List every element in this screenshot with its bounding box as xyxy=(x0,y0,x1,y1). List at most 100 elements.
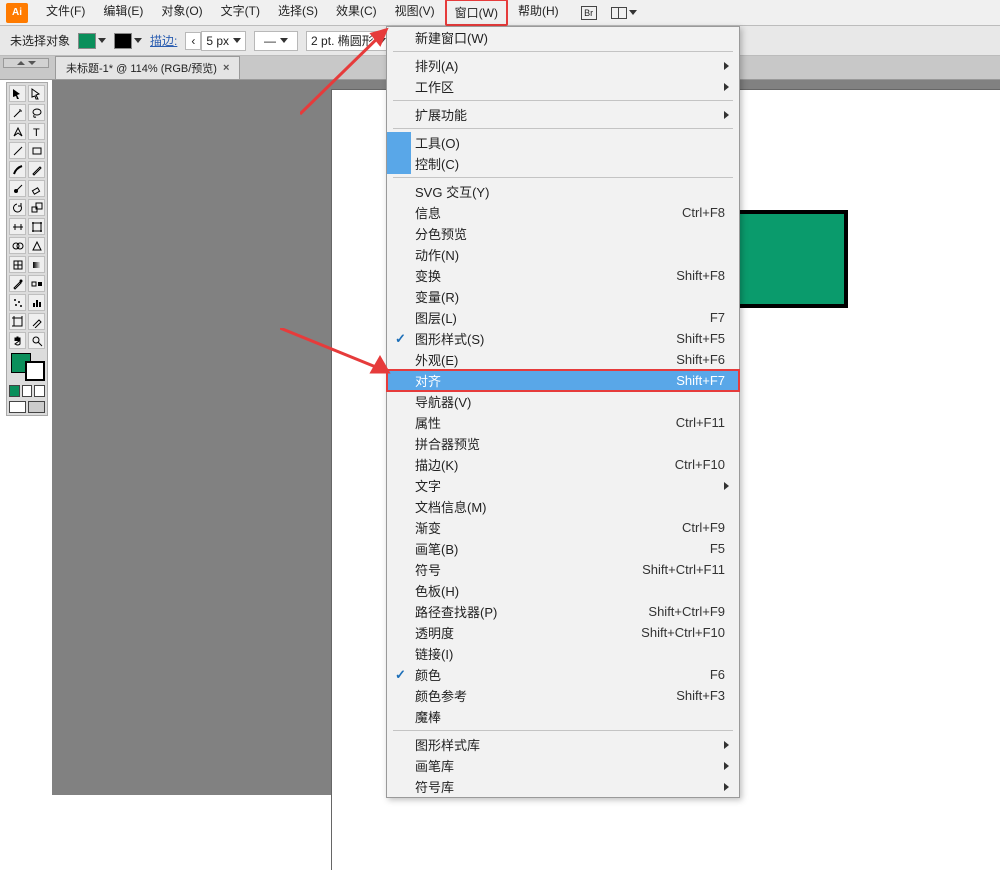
tool-arrow[interactable] xyxy=(9,85,26,102)
menu-item-对齐[interactable]: 对齐Shift+F7 xyxy=(387,370,739,391)
menu-item-变量[interactable]: 变量(R) xyxy=(387,286,739,307)
menu-item-色板[interactable]: 色板(H) xyxy=(387,580,739,601)
tool-artboard[interactable] xyxy=(9,313,26,330)
menu-选择[interactable]: 选择(S) xyxy=(270,0,326,26)
menu-item-label: 分色预览 xyxy=(415,224,729,243)
menu-item-label: 图形样式库 xyxy=(415,735,729,754)
menu-对象[interactable]: 对象(O) xyxy=(153,0,210,26)
foreground-background-swatch[interactable] xyxy=(9,351,45,381)
bridge-icon[interactable]: Br xyxy=(581,6,597,20)
menu-item-工作区[interactable]: 工作区 xyxy=(387,76,739,97)
draw-mode-row[interactable] xyxy=(9,385,45,397)
tool-brush[interactable] xyxy=(9,161,26,178)
menu-item-label: 新建窗口(W) xyxy=(415,28,729,47)
tool-free-transform[interactable] xyxy=(28,218,45,235)
menu-item-图形样式[interactable]: 图形样式(S)Shift+F5 xyxy=(387,328,739,349)
menu-item-颜色参考[interactable]: 颜色参考Shift+F3 xyxy=(387,685,739,706)
stroke-swatch[interactable] xyxy=(114,33,142,49)
menu-item-颜色[interactable]: 颜色F6 xyxy=(387,664,739,685)
menu-item-label: 变量(R) xyxy=(415,287,729,306)
menu-item-新建窗口[interactable]: 新建窗口(W) xyxy=(387,27,739,48)
tool-rectangle[interactable] xyxy=(28,142,45,159)
tool-lasso[interactable] xyxy=(28,104,45,121)
document-tab[interactable]: 未标题-1* @ 114% (RGB/预览) × xyxy=(55,56,240,79)
menu-文件[interactable]: 文件(F) xyxy=(38,0,93,26)
menu-item-图形样式库[interactable]: 图形样式库 xyxy=(387,734,739,755)
menu-效果[interactable]: 效果(C) xyxy=(328,0,385,26)
menu-item-变换[interactable]: 变换Shift+F8 xyxy=(387,265,739,286)
tool-symbol-sprayer[interactable] xyxy=(9,294,26,311)
menu-item-SVG 交互[interactable]: SVG 交互(Y) xyxy=(387,181,739,202)
tool-pencil[interactable] xyxy=(28,161,45,178)
menu-item-工具[interactable]: 工具(O) xyxy=(387,132,739,153)
tool-width[interactable] xyxy=(9,218,26,235)
menu-item-信息[interactable]: 信息Ctrl+F8 xyxy=(387,202,739,223)
menu-item-label: 颜色 xyxy=(415,665,710,684)
panel-collapse-handle[interactable] xyxy=(3,58,49,68)
menu-item-属性[interactable]: 属性Ctrl+F11 xyxy=(387,412,739,433)
menu-item-渐变[interactable]: 渐变Ctrl+F9 xyxy=(387,517,739,538)
menu-item-控制[interactable]: 控制(C) xyxy=(387,153,739,174)
menu-item-动作[interactable]: 动作(N) xyxy=(387,244,739,265)
menu-item-链接[interactable]: 链接(I) xyxy=(387,643,739,664)
tool-rotate[interactable] xyxy=(9,199,26,216)
menu-item-label: 控制(C) xyxy=(415,154,729,173)
menu-item-画笔[interactable]: 画笔(B)F5 xyxy=(387,538,739,559)
menu-item-shortcut: Shift+F3 xyxy=(676,688,729,703)
stroke-weight-field[interactable]: 5 px xyxy=(201,31,246,51)
menu-item-导航器[interactable]: 导航器(V) xyxy=(387,391,739,412)
stroke-decrement[interactable]: ‹ xyxy=(185,32,201,50)
menu-item-label: 符号库 xyxy=(415,777,729,796)
menu-帮助[interactable]: 帮助(H) xyxy=(510,0,567,26)
stroke-link[interactable]: 描边: xyxy=(150,32,177,49)
tool-scale[interactable] xyxy=(28,199,45,216)
menu-item-扩展功能[interactable]: 扩展功能 xyxy=(387,104,739,125)
tool-pen[interactable] xyxy=(9,123,26,140)
tool-mesh[interactable] xyxy=(9,256,26,273)
screen-mode-row[interactable] xyxy=(9,401,45,413)
menu-窗口[interactable]: 窗口(W) xyxy=(445,0,508,26)
tool-hand[interactable] xyxy=(9,332,26,349)
tool-shape-builder[interactable] xyxy=(9,237,26,254)
menu-item-分色预览[interactable]: 分色预览 xyxy=(387,223,739,244)
tool-perspective[interactable] xyxy=(28,237,45,254)
menu-item-label: 外观(E) xyxy=(415,350,676,369)
menu-item-拼合器预览[interactable]: 拼合器预览 xyxy=(387,433,739,454)
tool-blend[interactable] xyxy=(28,275,45,292)
tool-column-graph[interactable] xyxy=(28,294,45,311)
tool-gradient[interactable] xyxy=(28,256,45,273)
submenu-arrow-icon xyxy=(724,111,729,119)
menu-item-文档信息[interactable]: 文档信息(M) xyxy=(387,496,739,517)
menu-item-label: 链接(I) xyxy=(415,644,729,663)
menu-item-描边[interactable]: 描边(K)Ctrl+F10 xyxy=(387,454,739,475)
tool-blob-brush[interactable] xyxy=(9,180,26,197)
dash-profile[interactable]: — xyxy=(254,31,298,51)
tool-direct-select[interactable] xyxy=(28,85,45,102)
menu-item-魔棒[interactable]: 魔棒 xyxy=(387,706,739,727)
menu-编辑[interactable]: 编辑(E) xyxy=(95,0,151,26)
menu-item-图层[interactable]: 图层(L)F7 xyxy=(387,307,739,328)
tool-eyedropper[interactable] xyxy=(9,275,26,292)
menu-文字[interactable]: 文字(T) xyxy=(213,0,268,26)
menu-item-排列[interactable]: 排列(A) xyxy=(387,55,739,76)
menu-item-画笔库[interactable]: 画笔库 xyxy=(387,755,739,776)
close-icon[interactable]: × xyxy=(223,62,229,74)
menu-item-label: 符号 xyxy=(415,560,642,579)
menu-item-shortcut: F7 xyxy=(710,310,729,325)
menu-item-外观[interactable]: 外观(E)Shift+F6 xyxy=(387,349,739,370)
menu-item-路径查找器[interactable]: 路径查找器(P)Shift+Ctrl+F9 xyxy=(387,601,739,622)
menu-item-符号[interactable]: 符号Shift+Ctrl+F11 xyxy=(387,559,739,580)
fill-swatch[interactable] xyxy=(78,33,106,49)
tool-slice[interactable] xyxy=(28,313,45,330)
menu-视图[interactable]: 视图(V) xyxy=(387,0,443,26)
menu-separator xyxy=(393,100,733,101)
tool-eraser[interactable] xyxy=(28,180,45,197)
workspace-switcher[interactable] xyxy=(611,7,637,19)
tool-zoom[interactable] xyxy=(28,332,45,349)
tool-magic-wand[interactable] xyxy=(9,104,26,121)
menu-item-文字[interactable]: 文字 xyxy=(387,475,739,496)
tool-type[interactable]: T xyxy=(28,123,45,140)
menu-item-符号库[interactable]: 符号库 xyxy=(387,776,739,797)
menu-item-透明度[interactable]: 透明度Shift+Ctrl+F10 xyxy=(387,622,739,643)
tool-line[interactable] xyxy=(9,142,26,159)
